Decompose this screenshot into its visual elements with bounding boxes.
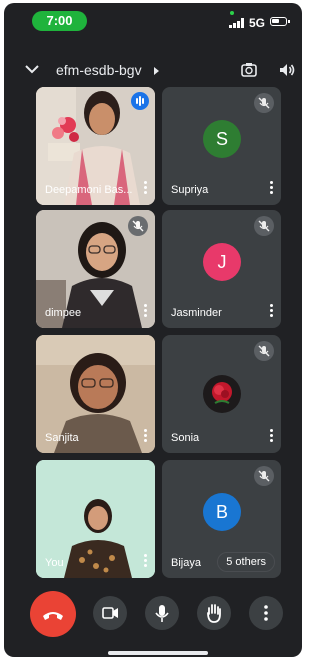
participant-tile-deepamoni[interactable]: Deepamoni Bas... [36,87,155,205]
speaker-icon[interactable] [278,61,296,79]
more-options-icon[interactable] [144,304,148,318]
camera-toggle-button[interactable] [93,596,127,630]
switch-camera-icon[interactable] [240,61,258,79]
more-options-icon[interactable] [144,554,148,568]
meet-call-screen: 7:00 5G efm-esdb-bgv Deepamoni Bas... S … [4,3,302,657]
chevron-down-icon[interactable] [24,63,40,77]
participant-name: Bijaya [171,557,201,569]
mic-off-icon [254,93,274,113]
more-options-button[interactable] [249,596,283,630]
participant-tile-jasminder[interactable]: J Jasminder [162,210,281,328]
signal-icon [229,18,245,28]
home-indicator[interactable] [108,651,208,655]
more-options-icon[interactable] [144,429,148,443]
phone-hangup-icon [43,612,63,620]
mic-off-icon [254,341,274,361]
more-options-icon[interactable] [270,429,274,443]
participant-name: Sanjita [45,432,79,444]
status-bar: 7:00 5G [4,3,302,39]
call-header: efm-esdb-bgv [4,57,302,85]
participant-tile-self[interactable]: You [36,460,155,578]
participant-name: dimpee [45,307,82,319]
network-type: 5G [249,16,266,30]
participant-tile-supriya[interactable]: S Supriya [162,87,281,205]
participant-tile-sanjita[interactable]: Sanjita [36,335,155,453]
end-call-button[interactable] [30,591,76,637]
participant-name: Deepamoni Bas... [45,184,133,196]
avatar: S [203,120,241,158]
more-options-icon[interactable] [270,181,274,195]
mic-off-icon [128,216,148,236]
participant-name: You [45,557,64,569]
avatar: J [203,243,241,281]
battery-icon [270,17,290,26]
participant-tile-bijaya[interactable]: B Bijaya 5 others [162,460,281,578]
participant-tile-sonia[interactable]: Sonia [162,335,281,453]
privacy-indicator-dot [230,11,234,15]
video-camera-icon [102,607,118,619]
participant-name: Sonia [171,432,200,444]
raise-hand-button[interactable] [197,596,231,630]
hand-icon [207,604,221,623]
mic-off-icon [254,216,274,236]
participant-name: Jasminder [171,307,222,319]
mic-off-icon [254,466,274,486]
more-vert-icon [264,605,268,621]
participant-tile-dimpee[interactable]: dimpee [36,210,155,328]
status-time: 7:00 [32,11,87,31]
more-options-icon[interactable] [144,181,148,195]
microphone-icon [155,605,169,622]
speaking-indicator-icon [131,92,149,110]
more-options-icon[interactable] [270,304,274,318]
chevron-right-icon[interactable] [154,67,159,75]
avatar: B [203,493,241,531]
meeting-code[interactable]: efm-esdb-bgv [56,62,142,78]
others-count-chip[interactable]: 5 others [217,552,275,572]
participant-name: Supriya [171,184,209,196]
avatar [203,375,241,413]
microphone-toggle-button[interactable] [145,596,179,630]
